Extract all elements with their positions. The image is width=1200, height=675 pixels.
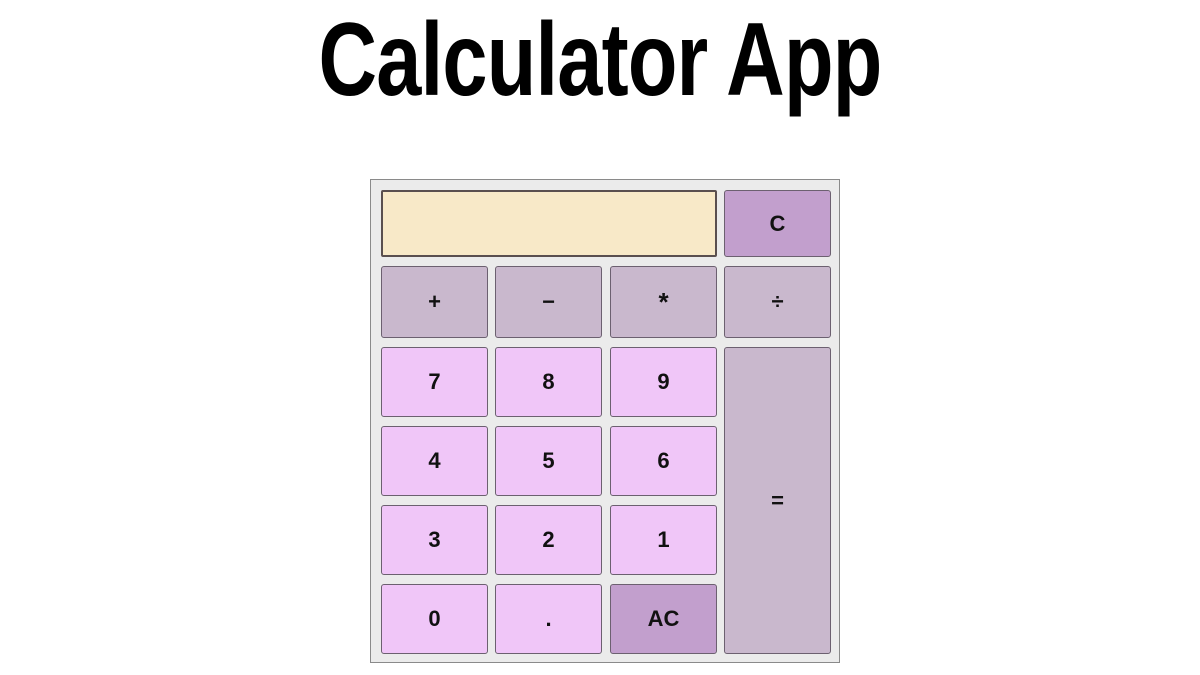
digit-1-button[interactable]: 1 xyxy=(610,505,717,575)
page-title: Calculator App xyxy=(318,2,883,118)
digit-4-button[interactable]: 4 xyxy=(381,426,488,496)
multiply-button[interactable]: * xyxy=(610,266,717,338)
calculator-panel: C + − * ÷ 7 8 9 = 4 5 6 3 2 1 0 . AC xyxy=(370,179,840,663)
digit-0-button[interactable]: 0 xyxy=(381,584,488,654)
minus-button[interactable]: − xyxy=(495,266,602,338)
plus-button[interactable]: + xyxy=(381,266,488,338)
digit-8-button[interactable]: 8 xyxy=(495,347,602,417)
divide-button[interactable]: ÷ xyxy=(724,266,831,338)
equals-button[interactable]: = xyxy=(724,347,831,654)
clear-button[interactable]: C xyxy=(724,190,831,257)
digit-2-button[interactable]: 2 xyxy=(495,505,602,575)
digit-5-button[interactable]: 5 xyxy=(495,426,602,496)
digit-6-button[interactable]: 6 xyxy=(610,426,717,496)
digit-7-button[interactable]: 7 xyxy=(381,347,488,417)
digit-3-button[interactable]: 3 xyxy=(381,505,488,575)
digit-9-button[interactable]: 9 xyxy=(610,347,717,417)
calculator-display[interactable] xyxy=(381,190,717,257)
decimal-button[interactable]: . xyxy=(495,584,602,654)
all-clear-button[interactable]: AC xyxy=(610,584,717,654)
